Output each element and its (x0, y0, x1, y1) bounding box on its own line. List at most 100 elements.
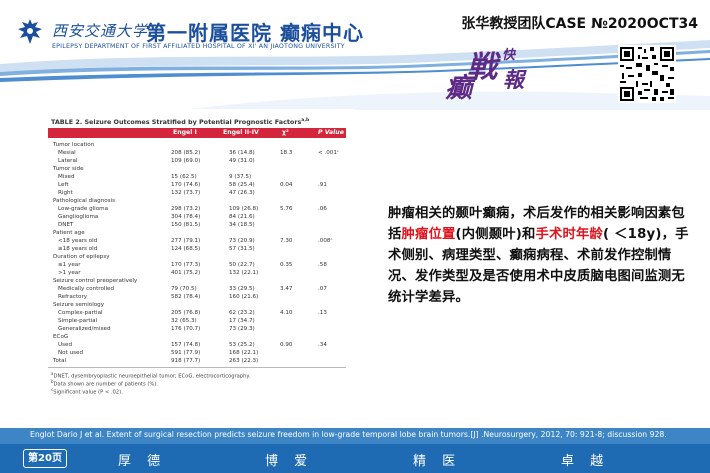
engel-2-4-cell: 34 (18.5) (229, 222, 255, 228)
engel-2-4-cell: 109 (26.8) (229, 206, 259, 212)
row-label: Right (58, 190, 73, 196)
table-title: TABLE 2. Seizure Outcomes Stratified by … (51, 118, 309, 126)
engel-2-4-cell: 84 (21.6) (229, 214, 255, 220)
table-section-row: ECoG (33, 333, 355, 341)
row-label: Tumor location (53, 142, 95, 148)
table-footnote: cSignificant value (P < .02). (51, 387, 123, 396)
engel-2-4-cell: 9 (37.5) (229, 174, 252, 180)
engel-1-cell: 582 (78.4) (171, 294, 201, 300)
table-row: <18 years old 277 (79.1) 73 (20.9) 7.30 .008… (33, 237, 355, 245)
chi-square-cell: 18.3 (280, 150, 293, 156)
row-label: >1 year (58, 270, 81, 276)
engel-1-cell: 124 (68.5) (171, 246, 201, 252)
engel-1-cell: 109 (69.0) (171, 158, 201, 164)
p-value-cell: .008ᶜ (318, 238, 333, 244)
chi-square-cell: 3.47 (280, 286, 293, 292)
table-row: Lateral 109 (69.0) 49 (31.0) (33, 157, 355, 165)
engel-2-4-cell: 53 (25.2) (229, 342, 255, 348)
table-row: Left 170 (74.6) 58 (25.4) 0.04 .91 (33, 181, 355, 189)
engel-2-4-cell: 17 (34.7) (229, 318, 255, 324)
table-rule (48, 367, 346, 368)
engel-2-4-cell: 263 (22.3) (229, 358, 259, 364)
row-label: Low-grade glioma (58, 206, 109, 212)
table-row: DNET 150 (81.5) 34 (18.5) (33, 221, 355, 229)
table-header-bar (48, 128, 346, 138)
engel-2-4-cell: 160 (21.6) (229, 294, 259, 300)
p-value-cell: .58 (318, 262, 327, 268)
department-english-name: EPILEPSY DEPARTMENT OF FIRST AFFILIATED … (52, 43, 345, 50)
engel-1-cell: 298 (73.2) (171, 206, 201, 212)
engel-1-cell: 79 (70.5) (171, 286, 197, 292)
engel-1-cell: 591 (77.9) (171, 350, 201, 356)
table-section-row: Total 918 (77.7) 263 (22.3) (33, 357, 355, 365)
p-value-cell: .07 (318, 286, 327, 292)
calligraphy-char: 戦 (467, 50, 497, 85)
engel-1-cell: 15 (62.5) (171, 174, 197, 180)
motto-word: 博 爱 (265, 454, 314, 469)
row-label: ECoG (53, 334, 69, 340)
row-label: Left (58, 182, 69, 188)
case-id: 张华教授团队CASE №2020OCT34 (461, 16, 698, 32)
summary-highlight: 手术时年龄 (535, 227, 604, 242)
calligraphy-char: 報 (503, 67, 524, 92)
p-value-cell: .34 (318, 342, 327, 348)
engel-1-cell: 132 (73.7) (171, 190, 201, 196)
engel-2-4-cell: 49 (31.0) (229, 158, 255, 164)
table-row: Right 132 (73.7) 47 (26.3) (33, 189, 355, 197)
footnote-text: Significant value (P < .02). (53, 389, 123, 396)
row-label: Pathological diagnosis (53, 198, 116, 204)
row-label: Total (53, 358, 67, 364)
table-row: Refractory 582 (78.4) 160 (21.6) (33, 293, 355, 301)
table-row: Ganglioglioma 304 (78.4) 84 (21.6) (33, 213, 355, 221)
table-row: ≤1 year 170 (77.3) 50 (22.7) 0.35 .58 (33, 261, 355, 269)
engel-2-4-cell: 73 (29.3) (229, 326, 255, 332)
engel-1-cell: 304 (78.4) (171, 214, 201, 220)
table-section-row: Pathological diagnosis (33, 197, 355, 205)
engel-1-cell: 918 (77.7) (171, 358, 201, 364)
engel-2-4-cell: 50 (22.7) (229, 262, 255, 268)
engel-1-cell: 277 (79.1) (171, 238, 201, 244)
engel-1-cell: 176 (70.7) (171, 326, 201, 332)
row-label: Not used (58, 350, 84, 356)
chi-square-cell: 0.04 (280, 182, 293, 188)
table-row: Complex-partial 205 (76.8) 62 (23.2) 4.10 .1… (33, 309, 355, 317)
row-label: Refractory (58, 294, 88, 300)
table-row: ≥18 years old 124 (68.5) 57 (31.5) (33, 245, 355, 253)
row-label: Medically controlled (58, 286, 115, 292)
engel-1-cell: 150 (81.5) (171, 222, 201, 228)
engel-1-cell: 401 (75.2) (171, 270, 201, 276)
table-title-sup: a,b (301, 118, 310, 123)
summary-part: (内侧颞叶)和 (455, 227, 536, 242)
summary-text: 肿瘤相关的颞叶癫痫，术后发作的相关影响因素包括肿瘤位置(内侧颞叶)和手术时年龄(… (388, 203, 693, 308)
chi-square-cell: 7.30 (280, 238, 293, 244)
p-value-cell: .91 (318, 182, 327, 188)
motto-word: 精 医 (413, 454, 462, 469)
table-row: Mesial 208 (85.2) 36 (14.8) 18.3 < .001ᶜ (33, 149, 355, 157)
row-label: Seizure semiology (53, 302, 105, 308)
row-label: Ganglioglioma (58, 214, 99, 220)
reference-citation: Englot Dario J et al. Extent of surgical… (30, 430, 667, 439)
table-row: Not used 591 (77.9) 168 (22.1) (33, 349, 355, 357)
row-label: Duration of epilepsy (53, 254, 110, 260)
university-logo-icon (18, 19, 42, 44)
row-label: Seizure control preoperatively (53, 278, 138, 284)
engel-2-4-cell: 57 (31.5) (229, 246, 255, 252)
motto-word: 厚 德 (118, 454, 167, 469)
column-header: Engel I (173, 129, 197, 136)
engel-2-4-cell: 36 (14.8) (229, 150, 255, 156)
table-section-row: Patient age (33, 229, 355, 237)
engel-2-4-cell: 168 (22.1) (229, 350, 259, 356)
table-row: Generalized/mixed 176 (70.7) 73 (29.3) (33, 325, 355, 333)
p-value-cell: .06 (318, 206, 327, 212)
column-header: Engel II-IV (223, 129, 259, 136)
table-section-row: Tumor side (33, 165, 355, 173)
row-label: Generalized/mixed (58, 326, 111, 332)
row-label: Tumor side (53, 166, 84, 172)
chi-square-cell: 4.10 (280, 310, 293, 316)
table-row: Medically controlled 79 (70.5) 33 (29.5) 3.… (33, 285, 355, 293)
row-label: <18 years old (58, 238, 98, 244)
engel-2-4-cell: 47 (26.3) (229, 190, 255, 196)
table-row: >1 year 401 (75.2) 132 (22.1) (33, 269, 355, 277)
row-label: ≤1 year (58, 262, 81, 268)
row-label: Complex-partial (58, 310, 103, 316)
